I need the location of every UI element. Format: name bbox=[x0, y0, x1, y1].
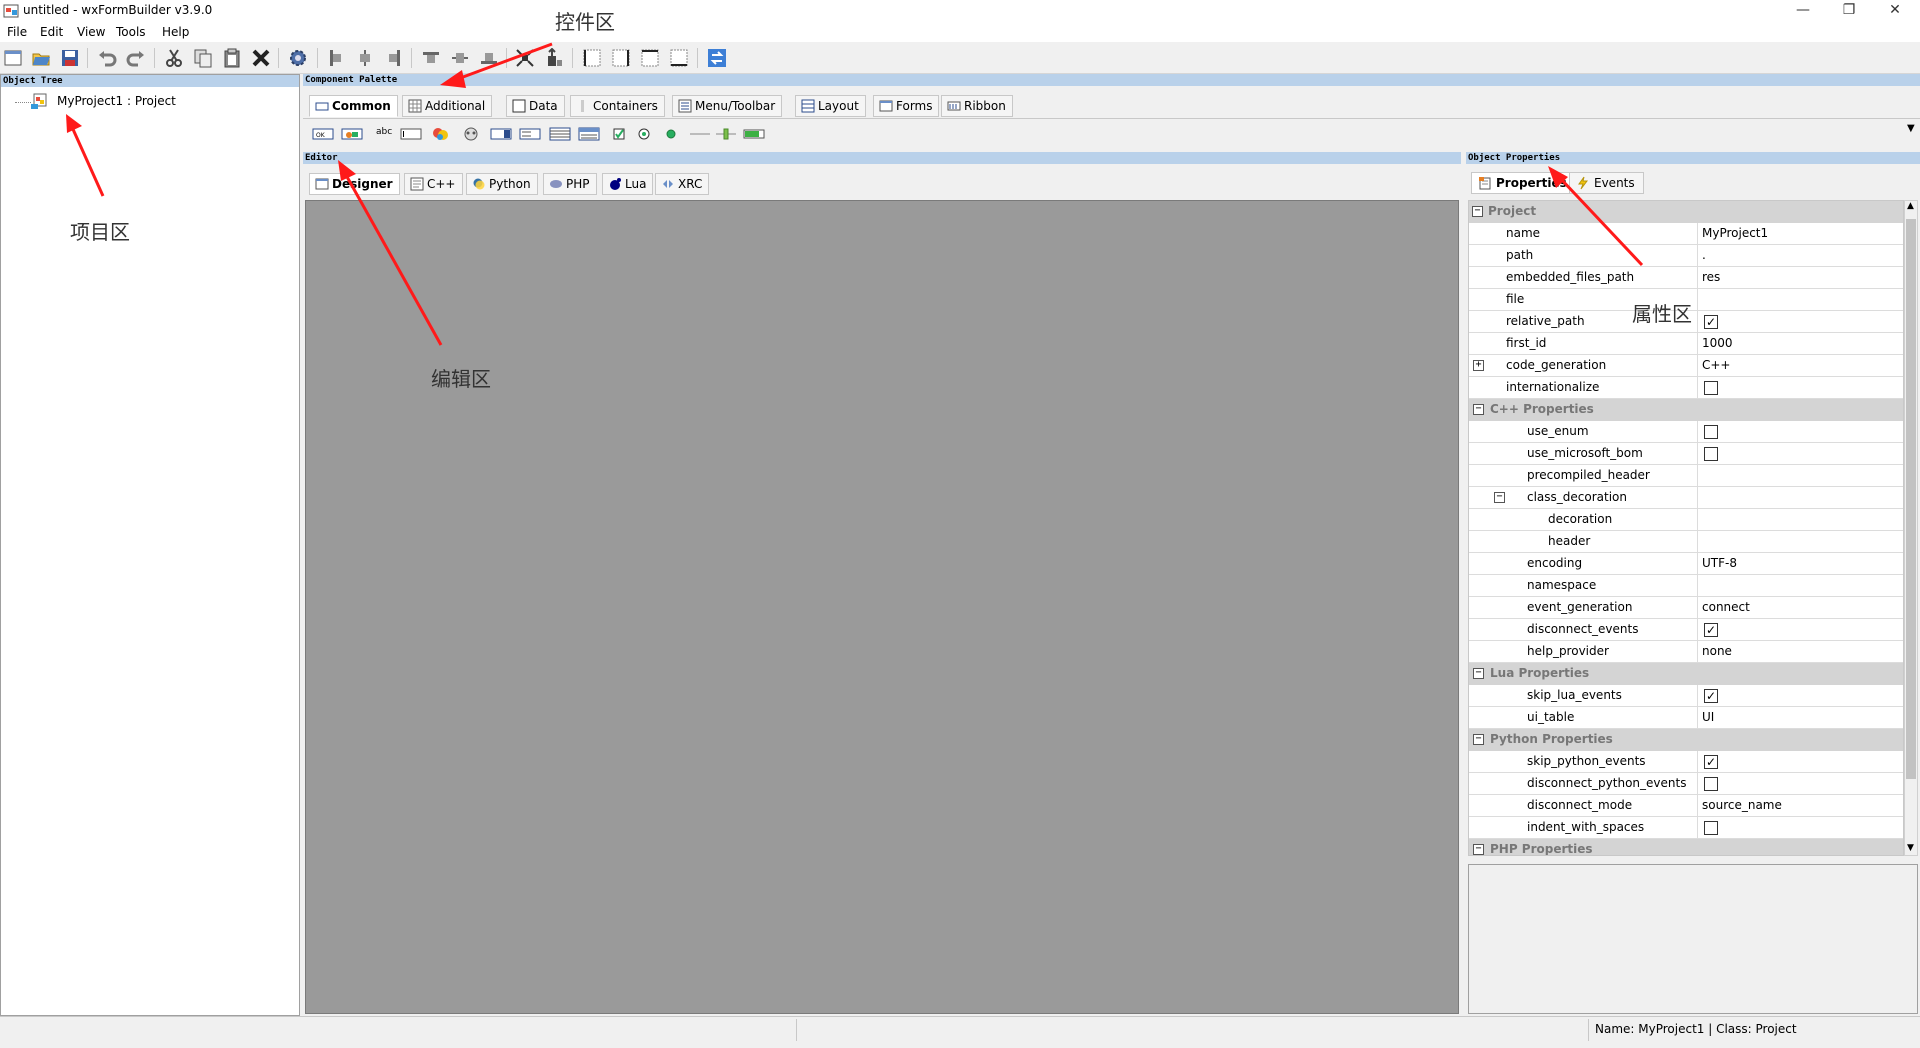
annotation-palette-label: 控件区 bbox=[555, 10, 615, 34]
annotation-editor-label: 编辑区 bbox=[431, 367, 491, 391]
arrow-properties bbox=[1558, 176, 1644, 267]
annotation-arrows bbox=[66, 42, 1644, 346]
annotation-project-label: 项目区 bbox=[70, 220, 130, 244]
arrow-project bbox=[70, 126, 105, 197]
arrow-editor bbox=[344, 174, 443, 346]
arrow-palette bbox=[454, 42, 553, 82]
arrow-palette-head bbox=[440, 70, 466, 88]
arrow-editor-head bbox=[338, 160, 356, 181]
annotation-properties-label: 属性区 bbox=[1632, 302, 1692, 326]
